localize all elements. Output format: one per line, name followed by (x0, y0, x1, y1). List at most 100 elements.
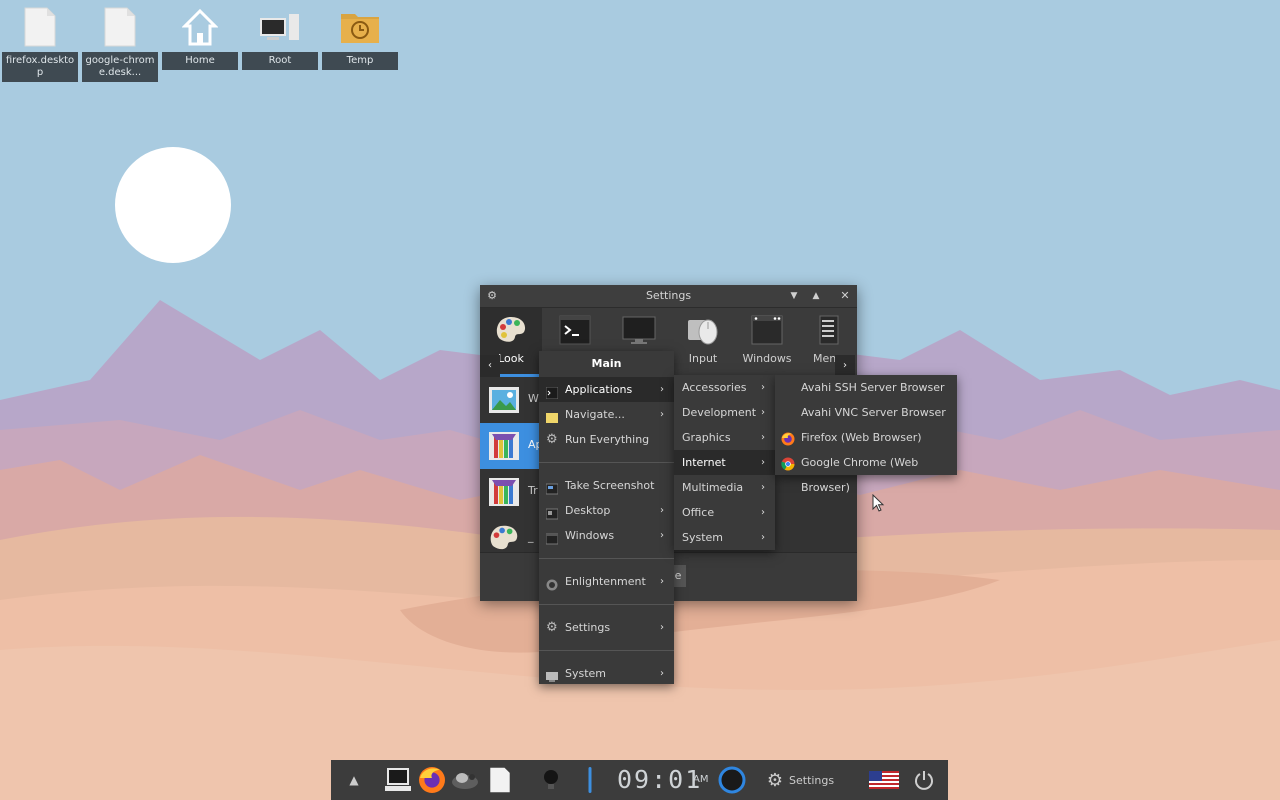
chevron-right-icon: › (660, 409, 664, 420)
list-item-label: W (528, 392, 539, 405)
desktop-icon-label: firefox.desktop (2, 52, 78, 82)
chrome-icon (781, 455, 795, 471)
desktop-icon-root[interactable]: Root (241, 4, 319, 70)
desktop-icon-firefox-desktop[interactable]: firefox.desktop (1, 4, 79, 82)
menu-item-development[interactable]: Development › (674, 400, 775, 425)
menu-item-applications[interactable]: Applications › (539, 377, 674, 402)
menu-item-accessories[interactable]: Accessories › (674, 375, 775, 400)
menu-item-google-chrome[interactable]: Google Chrome (Web Browser) (775, 450, 957, 494)
window-icon (736, 308, 798, 352)
menu-item-label: System (565, 667, 607, 680)
desktop-icon-label: google-chrome.desk... (82, 52, 158, 82)
window-titlebar[interactable]: ⚙ Settings ▼ ▲ ✕ (480, 285, 857, 308)
menu-item-desktop[interactable]: Desktop › (539, 498, 674, 523)
file-icon (1, 4, 79, 50)
us-flag-icon[interactable] (867, 760, 901, 800)
chevron-right-icon: › (660, 622, 664, 633)
menu-item-internet[interactable]: Internet › (674, 450, 775, 475)
main-menu: Main Applications › Navigate... › ⚙ Run … (539, 351, 674, 684)
partial-button-label: e (674, 569, 682, 582)
minimize-button[interactable]: ▼ (784, 285, 804, 307)
window-gear-icon[interactable]: ⚙ (482, 285, 502, 307)
chevron-right-icon: › (761, 457, 765, 468)
clock-ampm: AM (693, 774, 709, 785)
monitor-icon (608, 308, 670, 352)
desktop-icon-temp[interactable]: Temp (321, 4, 399, 70)
terminal-small-icon (545, 383, 559, 400)
menu-item-multimedia[interactable]: Multimedia › (674, 475, 775, 500)
menu-item-label: System (682, 531, 724, 544)
menu-item-system-category[interactable]: System › (674, 525, 775, 550)
bulb-icon[interactable] (539, 760, 563, 800)
mouse-pointer-icon (872, 494, 885, 512)
desktop-icon-label: Root (242, 52, 318, 70)
taskbar: ▲ 09:01 AM ⚙ Settings (331, 760, 948, 800)
chevron-right-icon: › (660, 668, 664, 679)
chevron-right-icon: › (660, 384, 664, 395)
menu-item-run-everything[interactable]: ⚙ Run Everything (539, 427, 674, 452)
chevron-right-icon: › (660, 505, 664, 516)
power-icon[interactable] (911, 760, 937, 800)
circle-icon[interactable] (715, 760, 749, 800)
window-title: Settings (645, 289, 692, 302)
menu-separator (539, 650, 674, 651)
maximize-button[interactable]: ▲ (806, 285, 826, 307)
folder-clock-icon (321, 4, 399, 50)
chevron-right-icon: › (761, 507, 765, 518)
menu-item-label: Settings (565, 621, 611, 634)
settings-task-label[interactable]: Settings (789, 760, 834, 800)
menu-item-label: Avahi VNC Server Browser (801, 406, 946, 419)
menu-item-avahi-vnc[interactable]: Avahi VNC Server Browser (775, 400, 957, 425)
system-icon (546, 667, 558, 682)
computer-icon[interactable] (383, 760, 413, 800)
tab-label: Windows (742, 352, 792, 365)
menu-item-label: Enlightenment (565, 575, 646, 588)
firefox-icon[interactable] (417, 760, 447, 800)
terminal-icon (544, 308, 606, 352)
chevron-right-icon: › (761, 432, 765, 443)
menu-item-graphics[interactable]: Graphics › (674, 425, 775, 450)
menu-item-settings[interactable]: ⚙ Settings › (539, 615, 674, 640)
desktop-icon (545, 504, 559, 520)
file-icon[interactable] (487, 760, 513, 800)
file-icon (81, 4, 159, 50)
windows-icon (545, 529, 559, 545)
menu-item-windows[interactable]: Windows › (539, 523, 674, 548)
menu-item-system[interactable]: System › (539, 661, 674, 686)
palette-icon (488, 522, 520, 552)
menu-item-label: Graphics (682, 431, 731, 444)
wallpaper-icon (488, 384, 520, 416)
menu-item-label: Desktop (565, 504, 611, 517)
menu-item-label: Internet (682, 456, 726, 469)
menu-item-navigate[interactable]: Navigate... › (539, 402, 674, 427)
internet-submenu: Avahi SSH Server Browser Avahi VNC Serve… (775, 375, 957, 494)
menu-separator (539, 462, 674, 463)
gear-icon: ⚙ (546, 432, 558, 447)
clock-time[interactable]: 09:01 (617, 760, 702, 800)
palette-icon (480, 308, 542, 352)
close-button[interactable]: ✕ (835, 285, 855, 307)
menu-item-label: Navigate... (565, 408, 625, 421)
menu-item-firefox[interactable]: Firefox (Web Browser) (775, 425, 957, 450)
gear-icon: ⚙ (546, 620, 558, 635)
menu-item-avahi-ssh[interactable]: Avahi SSH Server Browser (775, 375, 957, 400)
tabs-scroll-right-button[interactable]: › (835, 355, 855, 377)
gnome-icon[interactable] (449, 760, 481, 800)
tab-input[interactable]: Input (672, 308, 734, 377)
gear-icon[interactable]: ⚙ (763, 760, 787, 800)
menu-item-enlightenment[interactable]: Enlightenment › (539, 569, 674, 594)
list-item-label: Tr (528, 484, 538, 497)
sun-shape (115, 147, 231, 263)
desktop-icon-google-chrome-desktop[interactable]: google-chrome.desk... (81, 4, 159, 82)
chevron-right-icon: › (660, 530, 664, 541)
menu-item-label: Avahi SSH Server Browser (801, 381, 945, 394)
firefox-icon (781, 430, 795, 446)
chevron-right-icon: › (761, 407, 765, 418)
menu-item-office[interactable]: Office › (674, 500, 775, 525)
tabs-scroll-left-button[interactable]: ‹ (480, 355, 500, 377)
tab-windows[interactable]: Windows (736, 308, 798, 377)
menu-separator (539, 558, 674, 559)
menu-item-take-screenshot[interactable]: Take Screenshot (539, 473, 674, 498)
chevron-up-icon[interactable]: ▲ (343, 760, 365, 800)
desktop-icon-home[interactable]: Home (161, 4, 239, 70)
